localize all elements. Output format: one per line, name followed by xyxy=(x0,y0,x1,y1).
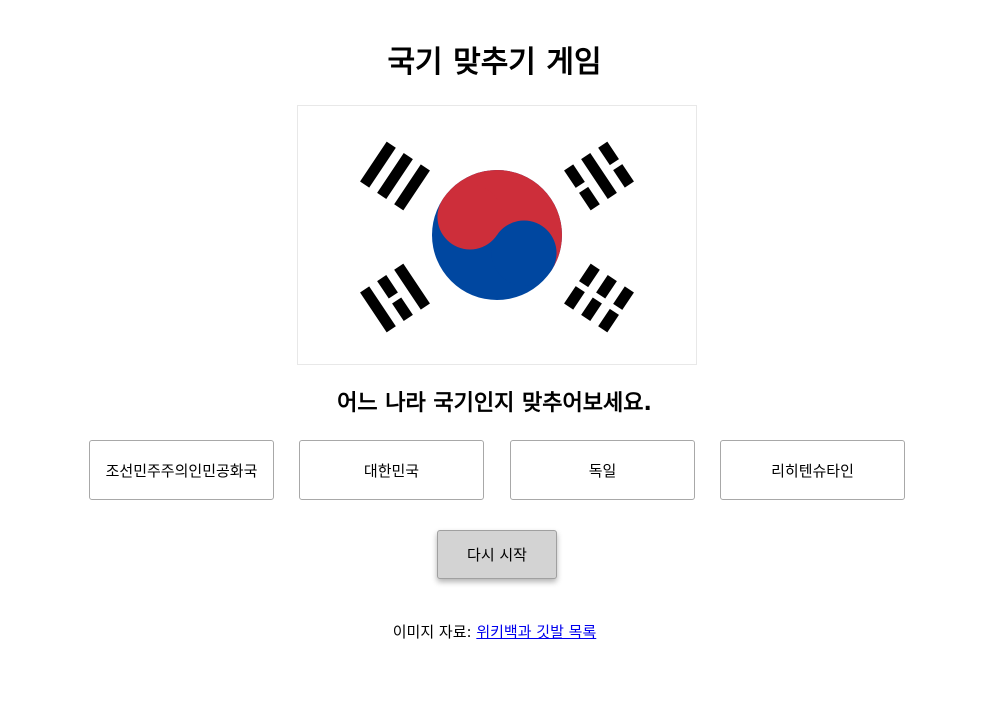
answer-options: 조선민주주의인민공화국 대한민국 독일 리히텐슈타인 xyxy=(89,440,905,500)
flag-image xyxy=(297,105,697,365)
option-button-2[interactable]: 대한민국 xyxy=(299,440,484,500)
credit-label: 이미지 자료: xyxy=(392,623,477,641)
option-button-3[interactable]: 독일 xyxy=(510,440,695,500)
credit-link[interactable]: 위키백과 깃발 목록 xyxy=(476,623,596,641)
game-page: 국기 맞추기 게임 어느 나라 국기인지 맞추어보세요. 조선민주주의인민공화국… xyxy=(0,0,989,712)
option-button-4[interactable]: 리히텐슈타인 xyxy=(720,440,905,500)
question-text: 어느 나라 국기인지 맞추어보세요. xyxy=(337,391,652,416)
restart-button[interactable]: 다시 시작 xyxy=(437,530,557,579)
option-button-1[interactable]: 조선민주주의인민공화국 xyxy=(89,440,274,500)
page-title: 국기 맞추기 게임 xyxy=(387,45,602,80)
image-credit: 이미지 자료: 위키백과 깃발 목록 xyxy=(0,620,989,644)
korea-flag-icon xyxy=(298,106,696,364)
